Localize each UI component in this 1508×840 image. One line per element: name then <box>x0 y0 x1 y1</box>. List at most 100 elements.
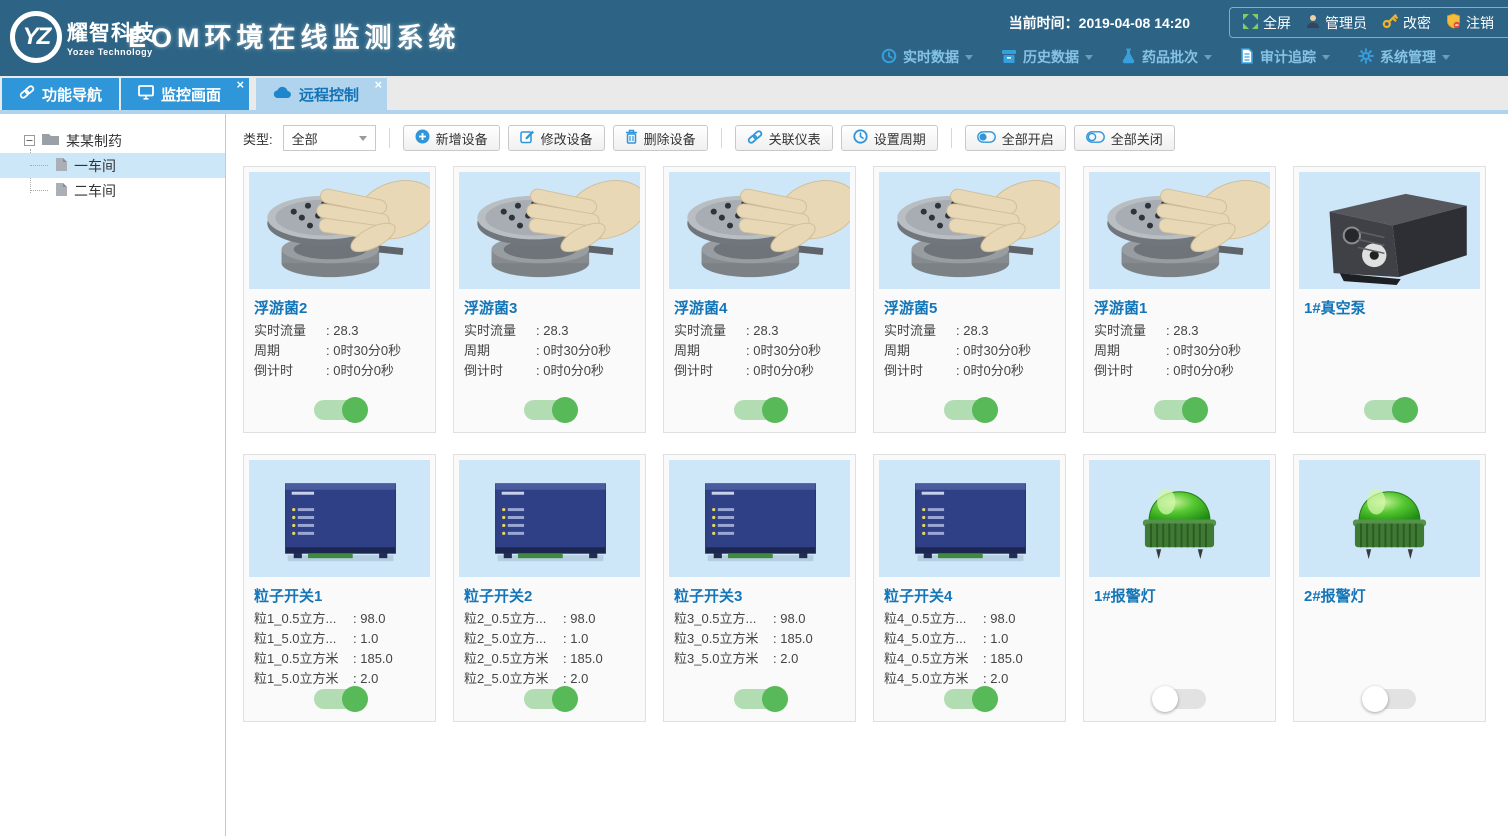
device-card[interactable]: 粒子开关1 粒1_0.5立方...98.0粒1_5.0立方...1.0粒1_0.… <box>243 454 436 722</box>
link-icon <box>19 85 35 103</box>
tab-function-nav[interactable]: 功能导航 <box>2 78 119 110</box>
chevron-down-icon <box>1442 55 1450 64</box>
metric-value: 28.3 <box>326 321 359 341</box>
device-title: 2#报警灯 <box>1304 585 1475 606</box>
metric-value: 98.0 <box>353 609 386 629</box>
device-toggle[interactable] <box>944 400 996 420</box>
metric-label: 倒计时 <box>674 361 746 381</box>
user-action-bar: 全屏 管理员 改密 注销 <box>1229 7 1508 38</box>
toolbar-divider <box>951 128 952 148</box>
device-metric-row: 粒1_0.5立方...98.0 <box>254 609 425 629</box>
nav-item-drug-batch[interactable]: 药品批次 <box>1121 47 1212 67</box>
chevron-down-icon <box>965 55 973 64</box>
tree-node-workshop-1[interactable]: 一车间 <box>0 153 225 178</box>
nav-item-history-data[interactable]: 历史数据 <box>1001 47 1093 67</box>
tree-node-company[interactable]: 某某制药 <box>0 128 225 153</box>
cloud-icon <box>273 86 292 103</box>
brand-monogram: YZ <box>10 11 62 63</box>
device-card[interactable]: 浮游菌2 实时流量28.3周期0时30分0秒倒计时0时0分0秒 <box>243 166 436 433</box>
metric-value: 1.0 <box>353 629 378 649</box>
device-metric-row: 粒1_5.0立方...1.0 <box>254 629 425 649</box>
link-instrument-button[interactable]: 关联仪表 <box>735 125 833 151</box>
current-time: 当前时间：2019-04-08 14:20 <box>1009 13 1190 33</box>
device-photo <box>459 460 640 577</box>
device-toggle[interactable] <box>314 689 366 709</box>
device-metric-row: 粒2_5.0立方米2.0 <box>464 669 635 689</box>
device-toggle[interactable] <box>1364 400 1416 420</box>
device-toggle[interactable] <box>1364 689 1416 709</box>
metric-label: 粒2_0.5立方米 <box>464 649 563 669</box>
metric-value: 185.0 <box>983 649 1023 669</box>
realtime-clock-icon <box>881 48 897 67</box>
type-filter-label: 类型: <box>243 129 273 148</box>
metric-value: 0时30分0秒 <box>746 341 821 361</box>
set-period-button[interactable]: 设置周期 <box>841 125 938 151</box>
change-password-button[interactable]: 改密 <box>1382 13 1431 33</box>
device-card[interactable]: 浮游菌4 实时流量28.3周期0时30分0秒倒计时0时0分0秒 <box>663 166 856 433</box>
device-photo <box>1299 460 1480 577</box>
device-card[interactable]: 浮游菌1 实时流量28.3周期0时30分0秒倒计时0时0分0秒 <box>1083 166 1276 433</box>
device-metric-row: 粒2_0.5立方...98.0 <box>464 609 635 629</box>
device-metric-row: 实时流量28.3 <box>1094 321 1265 341</box>
tab-monitor-screen[interactable]: 监控画面 × <box>121 78 249 110</box>
main-nav: 实时数据 历史数据 药品批次 审计追踪 系统管理 <box>881 47 1450 67</box>
metric-label: 粒4_5.0立方米 <box>884 669 983 689</box>
device-title: 粒子开关1 <box>254 585 425 606</box>
edit-device-button[interactable]: 修改设备 <box>508 125 605 151</box>
device-card[interactable]: 2#报警灯 <box>1293 454 1486 722</box>
metric-value: 0时30分0秒 <box>326 341 401 361</box>
device-toggle[interactable] <box>734 689 786 709</box>
nav-item-system-management[interactable]: 系统管理 <box>1358 47 1450 67</box>
device-toggle[interactable] <box>314 400 366 420</box>
device-metric-row: 倒计时0时0分0秒 <box>1094 361 1265 381</box>
folder-icon <box>41 132 60 149</box>
device-title: 浮游菌3 <box>464 297 635 318</box>
close-icon[interactable]: × <box>236 78 244 92</box>
device-toggle[interactable] <box>944 689 996 709</box>
delete-device-button[interactable]: 删除设备 <box>613 125 708 151</box>
device-title: 浮游菌1 <box>1094 297 1265 318</box>
device-metrics: 粒2_0.5立方...98.0粒2_5.0立方...1.0粒2_0.5立方米18… <box>464 609 635 689</box>
device-metric-row: 粒4_0.5立方米185.0 <box>884 649 1055 669</box>
device-metric-row: 倒计时0时0分0秒 <box>674 361 845 381</box>
metric-label: 实时流量 <box>1094 321 1166 341</box>
close-icon[interactable]: × <box>374 78 382 92</box>
device-toggle[interactable] <box>1154 400 1206 420</box>
device-title: 1#报警灯 <box>1094 585 1265 606</box>
device-metric-row: 实时流量28.3 <box>674 321 845 341</box>
metric-label: 倒计时 <box>464 361 536 381</box>
device-metrics: 粒1_0.5立方...98.0粒1_5.0立方...1.0粒1_0.5立方米18… <box>254 609 425 689</box>
device-toggle[interactable] <box>524 689 576 709</box>
monitor-icon <box>138 85 154 104</box>
device-card[interactable]: 浮游菌3 实时流量28.3周期0时30分0秒倒计时0时0分0秒 <box>453 166 646 433</box>
tree-collapse-icon[interactable] <box>24 133 35 149</box>
device-metric-row: 周期0时30分0秒 <box>254 341 425 361</box>
metric-value: 28.3 <box>956 321 989 341</box>
device-toggle[interactable] <box>524 400 576 420</box>
device-card[interactable]: 粒子开关2 粒2_0.5立方...98.0粒2_5.0立方...1.0粒2_0.… <box>453 454 646 722</box>
device-card[interactable]: 1#报警灯 <box>1083 454 1276 722</box>
metric-label: 粒3_0.5立方米 <box>674 629 773 649</box>
device-metric-row: 粒4_5.0立方...1.0 <box>884 629 1055 649</box>
open-all-button[interactable]: 全部开启 <box>965 125 1066 151</box>
metric-label: 粒1_5.0立方... <box>254 629 353 649</box>
device-card[interactable]: 1#真空泵 <box>1293 166 1486 433</box>
device-card[interactable]: 粒子开关4 粒4_0.5立方...98.0粒4_5.0立方...1.0粒4_0.… <box>873 454 1066 722</box>
nav-item-realtime-data[interactable]: 实时数据 <box>881 47 973 67</box>
type-filter-select[interactable]: 全部 <box>283 125 376 151</box>
add-device-button[interactable]: 新增设备 <box>403 125 500 151</box>
device-tree-sidebar: 某某制药 一车间 二车间 <box>0 114 226 836</box>
tree-node-workshop-2[interactable]: 二车间 <box>0 178 225 203</box>
nav-item-audit-trail[interactable]: 审计追踪 <box>1240 47 1330 67</box>
tab-remote-control[interactable]: 远程控制 × <box>256 78 387 110</box>
admin-user-button[interactable]: 管理员 <box>1306 13 1367 33</box>
fullscreen-button[interactable]: 全屏 <box>1243 13 1291 33</box>
device-toggle[interactable] <box>734 400 786 420</box>
device-card[interactable]: 粒子开关3 粒3_0.5立方...98.0粒3_0.5立方米185.0粒3_5.… <box>663 454 856 722</box>
device-toggle[interactable] <box>1154 689 1206 709</box>
device-metric-row: 实时流量28.3 <box>464 321 635 341</box>
logout-button[interactable]: 注销 <box>1446 13 1494 33</box>
metric-value: 98.0 <box>983 609 1016 629</box>
close-all-button[interactable]: 全部关闭 <box>1074 125 1175 151</box>
device-card[interactable]: 浮游菌5 实时流量28.3周期0时30分0秒倒计时0时0分0秒 <box>873 166 1066 433</box>
